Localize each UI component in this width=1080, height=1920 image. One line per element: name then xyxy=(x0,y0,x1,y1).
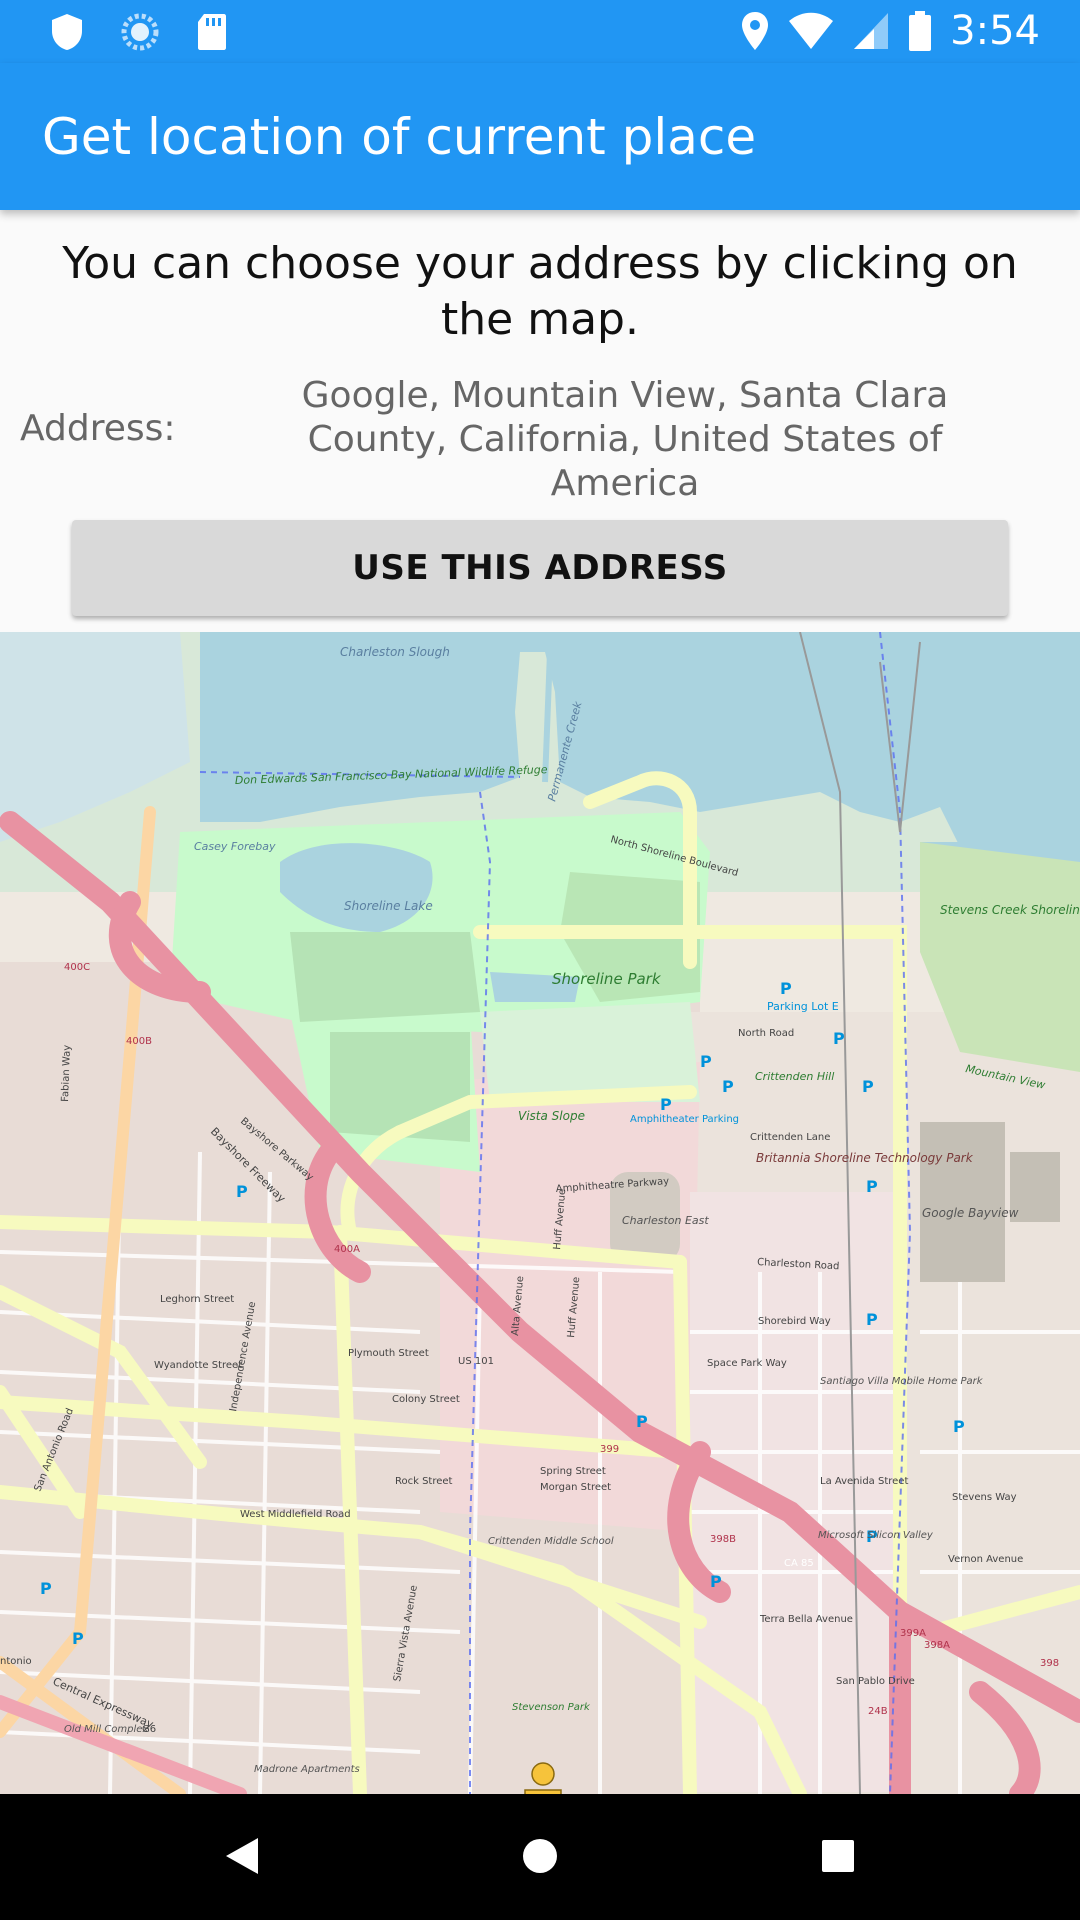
pegman-icon[interactable] xyxy=(515,1762,571,1794)
map-label: 400A xyxy=(334,1244,360,1255)
nav-recents-button[interactable] xyxy=(806,1824,870,1888)
map-label: La Avenida Street xyxy=(820,1476,908,1487)
map-label: Plymouth Street xyxy=(348,1348,429,1359)
map-label: Rock Street xyxy=(395,1476,453,1487)
map-label: Shorebird Way xyxy=(758,1316,831,1327)
map-label: Google Bayview xyxy=(922,1206,1019,1220)
recents-icon xyxy=(822,1840,854,1872)
sync-icon xyxy=(121,13,159,51)
map-label: Stevenson Park xyxy=(512,1702,591,1713)
svg-text:P: P xyxy=(866,1177,878,1196)
map-label: North Road xyxy=(738,1028,794,1039)
svg-text:P: P xyxy=(722,1077,734,1096)
home-icon xyxy=(523,1839,557,1873)
svg-text:P: P xyxy=(72,1629,84,1648)
location-icon xyxy=(742,12,769,50)
map-label: 399 xyxy=(600,1444,619,1455)
map-label: Morgan Street xyxy=(540,1482,611,1493)
map-label: Madrone Apartments xyxy=(254,1764,360,1775)
map-label: Spring Street xyxy=(540,1466,606,1477)
status-left-icons xyxy=(50,12,228,52)
map-label: Stevens Creek Shoreline Nature Study Are… xyxy=(940,903,1080,917)
map-label: Microsoft Silicon Valley xyxy=(818,1530,934,1541)
nav-back-button[interactable] xyxy=(210,1824,274,1888)
map-label: Old Mill Complex xyxy=(64,1724,148,1735)
map-label: Vernon Avenue xyxy=(948,1554,1023,1565)
status-right-icons: 3:54 xyxy=(740,8,1040,54)
map-label: Santiago Villa Mobile Home Park xyxy=(820,1376,984,1387)
back-icon xyxy=(226,1838,258,1874)
map-label: West Middlefield Road xyxy=(240,1509,351,1520)
map-label: 398 xyxy=(1040,1658,1059,1669)
map-label: Colony Street xyxy=(392,1394,460,1405)
map-canvas[interactable]: P P P P P P P P P P P P P P P Charleston… xyxy=(0,632,1080,1794)
app-bar: Get location of current place xyxy=(0,63,1080,210)
svg-text:P: P xyxy=(700,1052,712,1071)
svg-text:P: P xyxy=(710,1572,722,1591)
map-label: Casey Forebay xyxy=(194,840,276,853)
map-label: US 101 xyxy=(458,1356,494,1367)
map-label: Shoreline Lake xyxy=(344,899,433,913)
svg-text:P: P xyxy=(862,1077,874,1096)
status-time: 3:54 xyxy=(950,8,1040,54)
map-label: Crittenden Lane xyxy=(750,1132,830,1143)
app-title: Get location of current place xyxy=(42,108,757,166)
address-label: Address: xyxy=(20,408,176,449)
map-label: San Pablo Drive xyxy=(836,1676,915,1687)
wifi-icon xyxy=(789,12,834,49)
map-label: 398B xyxy=(710,1534,736,1545)
svg-text:P: P xyxy=(40,1579,52,1598)
svg-text:P: P xyxy=(660,1095,672,1114)
map-label: 399A xyxy=(900,1628,926,1639)
shield-icon xyxy=(52,14,82,50)
map-label: Britannia Shoreline Technology Park xyxy=(756,1151,974,1165)
map-label: Parking Lot E xyxy=(767,1000,839,1013)
svg-text:P: P xyxy=(833,1029,845,1048)
map-label: ntonio xyxy=(0,1656,32,1667)
map-label: G6 xyxy=(142,1724,156,1735)
map-label: Shoreline Park xyxy=(552,970,662,988)
instructions-text: You can choose your address by clicking … xyxy=(62,238,1018,345)
map-label: Stevens Way xyxy=(952,1492,1017,1503)
map-label: Leghorn Street xyxy=(160,1294,234,1305)
map-label: Wyandotte Street xyxy=(154,1360,242,1371)
map-label: 400B xyxy=(126,1036,152,1047)
svg-text:P: P xyxy=(953,1417,965,1436)
map-label: Crittenden Hill xyxy=(755,1070,834,1083)
navigation-bar xyxy=(0,1794,1080,1920)
map-label: Fabian Way xyxy=(60,1045,73,1102)
map-label: Terra Bella Avenue xyxy=(759,1614,853,1625)
battery-icon xyxy=(909,11,932,51)
map-label: 400C xyxy=(64,962,90,973)
map-label: Amphitheater Parking xyxy=(630,1114,739,1125)
svg-text:P: P xyxy=(636,1412,648,1431)
map-label: Vista Slope xyxy=(518,1109,585,1123)
svg-text:P: P xyxy=(236,1182,248,1201)
address-value: Google, Mountain View, Santa Clara Count… xyxy=(301,375,949,504)
sd-card-icon xyxy=(198,14,226,50)
signal-icon xyxy=(854,13,889,49)
use-this-address-button[interactable]: USE THIS ADDRESS xyxy=(72,520,1008,616)
map-label: CA 85 xyxy=(784,1558,814,1569)
svg-text:P: P xyxy=(866,1310,878,1329)
map-label: Space Park Way xyxy=(707,1358,787,1369)
map-label: Charleston East xyxy=(622,1214,709,1227)
map-label: 398A xyxy=(924,1640,950,1651)
svg-text:P: P xyxy=(780,979,792,998)
status-bar: 3:54 xyxy=(0,0,1080,63)
nav-home-button[interactable] xyxy=(508,1824,572,1888)
map-label: Charleston Slough xyxy=(340,645,450,659)
map-label: Crittenden Middle School xyxy=(488,1536,614,1547)
map-label: 24B xyxy=(868,1706,888,1717)
map-view[interactable]: P P P P P P P P P P P P P P P Charleston… xyxy=(0,632,1080,1794)
